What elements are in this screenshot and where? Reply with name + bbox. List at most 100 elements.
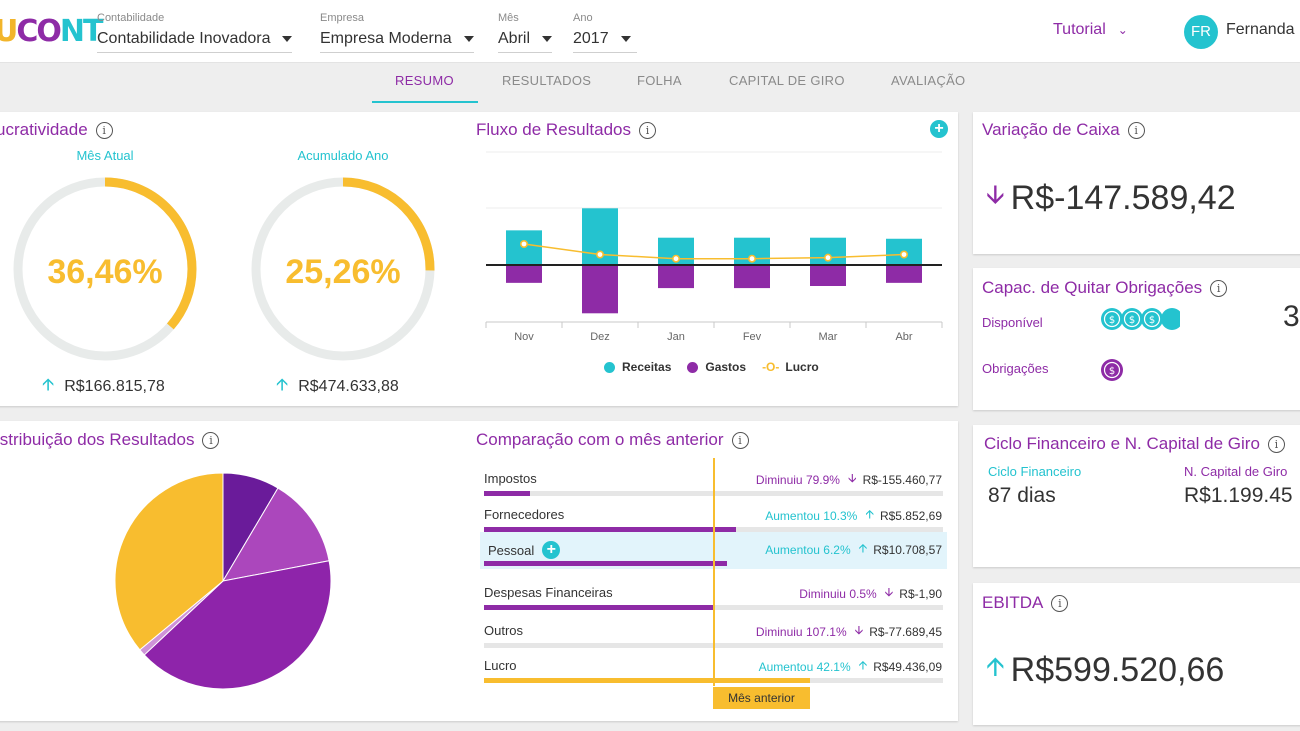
- cmp-row-despesas-financeiras[interactable]: Despesas Financeiras Diminuiu 0.5% 🡫 R$-1,…: [476, 579, 948, 613]
- tutorial-menu[interactable]: Tutorial ⌄: [1053, 21, 1128, 39]
- ebitda-value: R$599.520,66: [1010, 650, 1225, 689]
- cmp-row-pessoal[interactable]: Pessoal + Aumentou 6.2% 🡩 R$10.708,57: [476, 535, 948, 569]
- add-circle-icon[interactable]: +: [930, 120, 948, 138]
- svg-text:$: $: [1149, 315, 1155, 326]
- capac-ratio: 3: [1283, 300, 1300, 333]
- mes-select[interactable]: Mês Abril: [498, 12, 553, 53]
- cmp-row-lucro[interactable]: Lucro Aumentou 42.1% 🡩 R$49.436,09: [476, 652, 948, 686]
- lucro-point[interactable]: [519, 240, 528, 249]
- arrow-down-icon: 🡫: [854, 623, 864, 637]
- x-tick-label: Abr: [895, 331, 912, 343]
- x-tick-label: Fev: [743, 331, 762, 343]
- cmp-row-amount: R$10.708,57: [873, 542, 942, 557]
- arrow-down-icon: 🡫: [884, 585, 894, 599]
- arrow-up-icon: 🡩: [276, 375, 289, 394]
- mes-atual-amount-row: 🡩 R$166.815,78: [42, 372, 165, 401]
- legend-lucro[interactable]: -O- Lucro: [762, 360, 819, 374]
- empresa-select[interactable]: Empresa Empresa Moderna: [320, 12, 474, 53]
- fluxo-legend: Receitas Gastos -O- Lucro: [604, 360, 835, 374]
- cmp-row-pct: Aumentou 6.2%: [765, 542, 851, 557]
- coin-stack-disponivel: $ $ $: [1101, 307, 1180, 333]
- info-icon[interactable]: i: [1051, 594, 1069, 612]
- ebitda-title: EBITDA i: [982, 593, 1069, 613]
- mes-anterior-marker-line: [713, 458, 715, 686]
- cmp-row-impostos[interactable]: Impostos Diminuiu 79.9% 🡫 R$-155.460,77: [476, 465, 948, 499]
- cmp-row-amount: R$-1,90: [899, 586, 942, 601]
- avatar[interactable]: FR: [1184, 15, 1218, 49]
- info-icon[interactable]: i: [1267, 435, 1285, 453]
- empresa-value: Empresa Moderna: [320, 30, 452, 47]
- contabilidade-value: Contabilidade Inovadora: [97, 30, 271, 47]
- ncg-label: N. Capital de Giro: [1184, 464, 1288, 479]
- lucratividade-title: ucratividade i: [0, 120, 113, 140]
- tab-folha[interactable]: FOLHA: [637, 73, 682, 88]
- ano-value: 2017: [573, 30, 609, 47]
- legend-receitas[interactable]: Receitas: [604, 360, 671, 374]
- user-name[interactable]: Fernanda: [1226, 21, 1295, 39]
- mes-label: Mês: [498, 12, 519, 24]
- cmp-row-bar: [484, 561, 728, 566]
- gastos-bar[interactable]: [734, 265, 770, 289]
- tab-bar: RESUMO RESULTADOS FOLHA CAPITAL DE GIRO …: [0, 63, 1300, 103]
- mes-value: Abril: [498, 30, 531, 47]
- ano-label: Ano: [573, 12, 593, 24]
- acumulado-ano-value: 25,26%: [285, 253, 401, 291]
- dollar-coin-icon: $: [1101, 308, 1123, 330]
- cmp-row-name: Despesas Financeiras: [484, 585, 613, 600]
- fluxo-title: Fluxo de Resultados i: [476, 120, 656, 140]
- variacao-value: R$-147.589,42: [1010, 178, 1236, 217]
- cmp-row-pct: Diminuiu 0.5%: [799, 586, 877, 601]
- cmp-row-name: Impostos: [484, 471, 537, 486]
- info-icon[interactable]: i: [95, 121, 113, 139]
- app-logo[interactable]: UCONT: [0, 14, 103, 49]
- x-tick-label: Jan: [667, 331, 685, 343]
- gastos-bar[interactable]: [658, 265, 694, 289]
- tab-resultados[interactable]: RESULTADOS: [502, 73, 591, 88]
- cmp-row-pct: Aumentou 10.3%: [765, 508, 858, 523]
- lucro-point[interactable]: [596, 250, 605, 259]
- info-icon[interactable]: i: [202, 431, 220, 449]
- gastos-bar[interactable]: [886, 265, 922, 283]
- contabilidade-select[interactable]: Contabilidade Contabilidade Inovadora: [97, 12, 293, 53]
- cmp-row-name: Fornecedores: [484, 507, 565, 522]
- arrow-up-icon: 🡩: [858, 541, 868, 555]
- gastos-bar[interactable]: [506, 265, 542, 283]
- capac-title-text: Capac. de Quitar Obrigações: [982, 278, 1203, 297]
- info-icon[interactable]: i: [1127, 121, 1145, 139]
- info-icon[interactable]: i: [638, 121, 656, 139]
- lucratividade-title-text: ucratividade: [0, 120, 88, 139]
- cmp-row-delta: Diminuiu 79.9% 🡫 R$-155.460,77: [756, 469, 942, 490]
- ano-select[interactable]: Ano 2017: [573, 12, 637, 53]
- lucro-point[interactable]: [747, 254, 756, 263]
- dollar-coin-icon: $: [1141, 308, 1163, 330]
- tab-resumo[interactable]: RESUMO: [395, 73, 454, 88]
- gastos-bar[interactable]: [810, 265, 846, 286]
- caret-down-icon: [620, 36, 631, 42]
- lucro-point[interactable]: [899, 250, 908, 259]
- svg-text:$: $: [1109, 366, 1115, 377]
- mes-anterior-tag: Mês anterior: [713, 687, 810, 709]
- legend-gastos[interactable]: Gastos: [687, 360, 746, 374]
- dot-icon: [687, 361, 699, 373]
- svg-text:$: $: [1109, 315, 1115, 326]
- tab-capital-de-giro[interactable]: CAPITAL DE GIRO: [729, 73, 845, 88]
- lucro-point[interactable]: [672, 254, 681, 263]
- gastos-bar[interactable]: [582, 265, 618, 314]
- cmp-row-fornecedores[interactable]: Fornecedores Aumentou 10.3% 🡩 R$5.852,69: [476, 501, 948, 535]
- arrow-up-icon: 🡩: [42, 375, 55, 394]
- legend-gastos-label: Gastos: [705, 360, 747, 374]
- lucro-point[interactable]: [823, 253, 832, 262]
- cmp-row-outros[interactable]: Outros Diminuiu 107.1% 🡫 R$-77.689,45: [476, 617, 948, 651]
- distribuicao-title-text: istribuição dos Resultados: [0, 430, 195, 449]
- ciclo-title-text: Ciclo Financeiro e N. Capital de Giro: [984, 434, 1260, 453]
- tab-avaliacao[interactable]: AVALIAÇÃO: [891, 73, 965, 88]
- legend-lucro-label: Lucro: [785, 360, 819, 374]
- info-icon[interactable]: i: [731, 431, 749, 449]
- cmp-row-bar: [484, 678, 810, 683]
- cmp-row-delta: Aumentou 10.3% 🡩 R$5.852,69: [765, 505, 942, 526]
- add-circle-icon[interactable]: +: [542, 541, 561, 559]
- info-icon[interactable]: i: [1210, 279, 1228, 297]
- ncg-value: R$1.199.45: [1184, 484, 1293, 507]
- cmp-row-amount: R$5.852,69: [879, 508, 942, 523]
- cmp-row-delta: Aumentou 42.1% 🡩 R$49.436,09: [759, 656, 942, 677]
